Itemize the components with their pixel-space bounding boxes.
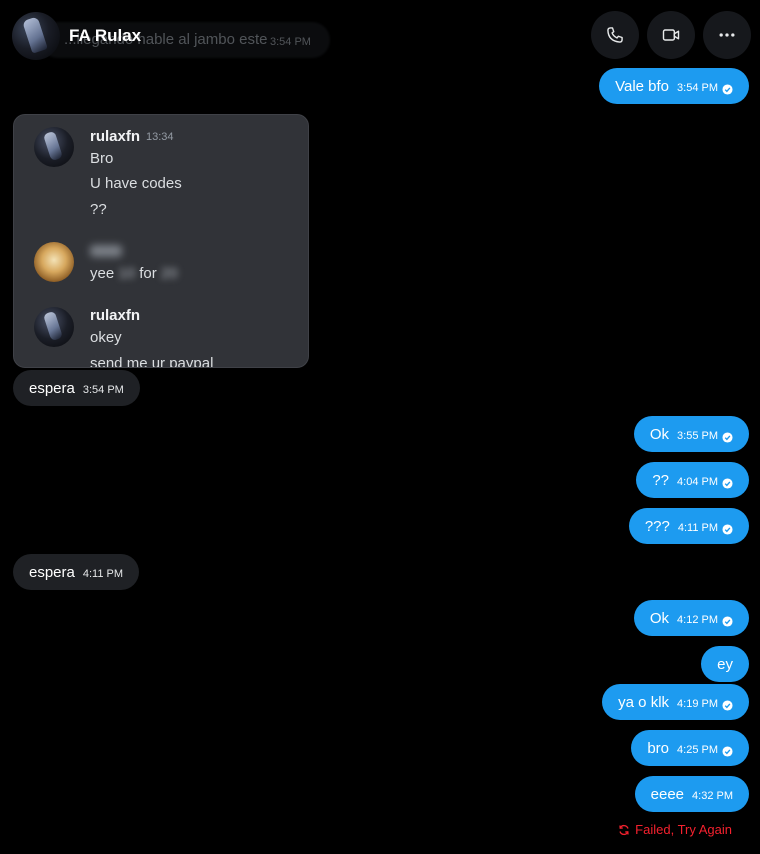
chat-line: ?? <box>90 201 107 218</box>
more-options-button[interactable] <box>703 11 751 59</box>
read-check-icon <box>722 615 733 627</box>
outgoing-message[interactable]: bro 4:25 PM <box>631 730 749 766</box>
chat-line: okey <box>90 329 122 346</box>
message-time: 3:55 PM <box>677 430 718 442</box>
incoming-message[interactable]: espera 4:11 PM <box>13 554 140 590</box>
message-time: 3:54 PM <box>82 384 124 396</box>
read-check-icon <box>722 83 733 95</box>
chat-line: Bro <box>90 150 114 167</box>
outgoing-message[interactable]: Ok 4:12 PM <box>633 600 749 636</box>
message-time: 4:11 PM <box>677 522 718 534</box>
scrolled-message-time: 3:54 PM <box>270 36 311 48</box>
message-time: 4:04 PM <box>677 476 718 488</box>
blurred-username <box>90 245 122 257</box>
read-check-icon <box>722 699 733 711</box>
contact-avatar[interactable] <box>12 12 60 60</box>
chat-line: yee 10 for 20 <box>90 265 178 282</box>
username: rulaxfn <box>90 307 141 324</box>
message-text: bro <box>647 739 670 757</box>
failed-label: Failed, Try Again <box>635 822 732 837</box>
video-call-button[interactable] <box>647 11 695 59</box>
more-icon <box>719 33 735 37</box>
outgoing-message-failed[interactable]: eeee 4:32 PM <box>634 776 749 812</box>
message-text: Vale bfo <box>615 77 670 95</box>
avatar <box>34 242 74 282</box>
message-time: 3:54 PM <box>677 82 718 94</box>
message-text: ??? <box>644 517 670 535</box>
timestamp: 13:34 <box>146 131 174 143</box>
chat-line: send me ur paypal <box>90 355 214 368</box>
outgoing-message[interactable]: ??? 4:11 PM <box>628 508 749 544</box>
video-icon <box>662 29 680 41</box>
outgoing-message[interactable]: Ok 3:55 PM <box>633 416 749 452</box>
outgoing-message[interactable]: ?? 4:04 PM <box>636 462 749 498</box>
contact-name[interactable]: FA Rulax <box>69 26 141 46</box>
username: rulaxfn <box>90 128 141 145</box>
message-time: 4:25 PM <box>677 744 718 756</box>
retry-send-button[interactable]: Failed, Try Again <box>618 822 732 837</box>
phone-icon <box>607 27 623 43</box>
message-text: espera <box>29 563 75 581</box>
message-text: Ok <box>649 425 670 443</box>
read-check-icon <box>722 745 733 757</box>
read-check-icon <box>722 477 733 489</box>
message-time: 4:32 PM <box>692 790 733 802</box>
image-attachment[interactable]: rulaxfn 13:34 Bro U have codes ?? yee 10… <box>13 114 309 368</box>
retry-icon <box>619 824 629 835</box>
message-text: eeee <box>650 785 685 803</box>
outgoing-message[interactable]: Vale bfo 3:54 PM <box>599 68 749 104</box>
message-time: 4:12 PM <box>677 614 718 626</box>
avatar <box>34 127 74 167</box>
outgoing-message[interactable]: ey <box>701 646 749 682</box>
message-time: 4:19 PM <box>677 698 718 710</box>
message-text: espera <box>29 379 75 397</box>
message-text: Ok <box>649 609 670 627</box>
outgoing-message[interactable]: ya o klk 4:19 PM <box>602 684 749 720</box>
incoming-message[interactable]: espera 3:54 PM <box>13 370 140 406</box>
message-time: 4:11 PM <box>82 568 124 580</box>
message-text: ya o klk <box>618 693 670 711</box>
message-text: ?? <box>652 471 670 489</box>
read-check-icon <box>722 431 733 443</box>
voice-call-button[interactable] <box>591 11 639 59</box>
chat-line: U have codes <box>90 175 182 192</box>
avatar <box>34 307 74 347</box>
message-text: ey <box>717 655 733 673</box>
read-check-icon <box>722 523 733 535</box>
